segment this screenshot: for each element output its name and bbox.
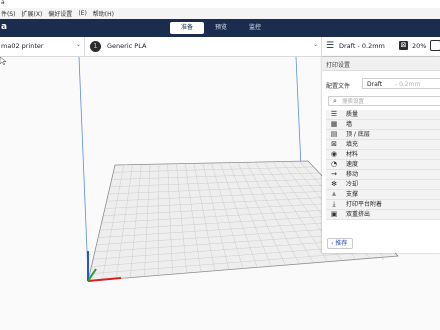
recommended-button[interactable]: ‹ 推荐 — [327, 238, 353, 249]
settings-category-label: 冷却 — [346, 181, 359, 188]
dual-extrusion-icon: ▣ — [330, 210, 338, 218]
travel-icon: ⇝ — [331, 170, 337, 178]
window-title-bar: a — [0, 0, 440, 8]
printer-name: ma02 printer — [1, 42, 44, 50]
printer-selector[interactable]: ma02 printer ⌄ — [0, 37, 85, 56]
adhesion-icon: ⤓ — [332, 200, 336, 208]
tab-prepare[interactable]: 准备 — [170, 22, 204, 34]
infill-icon: ⊠ — [399, 41, 408, 50]
settings-category-list: ☰ 质量 ▦ 墙 ▤ 顶 / 底层 ⊠ 填充 ◉ 材料 ◔ 速度 ⇝ 移动 ✻ 冷却 ⩓ 支撑 ⤓ 打印平台附着 ▣ 双重… — [326, 110, 440, 220]
settings-category-wall[interactable]: ▦ 墙 — [326, 120, 440, 130]
settings-category-dual-extrusion[interactable]: ▣ 双重挤出 — [326, 210, 440, 220]
settings-category-label: 质量 — [346, 111, 359, 118]
support-icon — [430, 40, 440, 51]
build-volume-edge — [78, 57, 89, 276]
print-settings-panel: 打印设置 配置文件 Draft - 0.2mm ⌕ ☰质量▦墙▤顶 / 底层⊠填… — [322, 57, 440, 253]
window-title: a — [1, 0, 5, 6]
menu-file[interactable]: 件(S) — [1, 9, 16, 18]
settings-category-support[interactable]: ⩓ 支撑 — [326, 190, 440, 200]
settings-category-adhesion[interactable]: ⤓ 打印平台附着 — [326, 200, 440, 210]
panel-header: 打印设置 — [322, 57, 440, 71]
settings-category-label: 顶 / 底层 — [346, 131, 370, 138]
profile-value-detail: - 0.2mm — [395, 81, 421, 88]
profile-value: Draft — [367, 81, 383, 88]
material-selector[interactable]: 1 Generic PLA ⌄ — [85, 37, 322, 56]
print-settings-summary[interactable]: ☰ Draft - 0.2mm ⊠ 20% — [322, 37, 440, 56]
settings-category-label: 支撑 — [346, 191, 359, 198]
settings-category-label: 墙 — [346, 121, 353, 128]
wall-icon: ▦ — [330, 120, 338, 128]
settings-category-travel[interactable]: ⇝ 移动 — [326, 170, 440, 180]
settings-category-cooling[interactable]: ✻ 冷却 — [326, 180, 440, 190]
tab-preview[interactable]: 预览 — [204, 22, 238, 34]
settings-category-label: 速度 — [346, 161, 359, 168]
profile-dropdown[interactable]: Draft - 0.2mm — [362, 78, 440, 89]
settings-category-material[interactable]: ◉ 材料 — [326, 150, 440, 160]
infill-summary: 20% — [412, 42, 427, 50]
quality-icon: ☰ — [330, 110, 338, 118]
settings-search[interactable]: ⌕ — [328, 96, 440, 106]
menu-preferences-shortcut[interactable]: (E) — [78, 10, 86, 17]
material-name: Generic PLA — [107, 42, 147, 50]
menu-help[interactable]: 帮助(H) — [93, 9, 114, 18]
mouse-cursor-icon — [0, 57, 6, 65]
settings-category-infill[interactable]: ⊠ 填充 — [326, 140, 440, 150]
settings-category-top-bottom[interactable]: ▤ 顶 / 底层 — [326, 130, 440, 140]
search-icon: ⌕ — [333, 97, 337, 105]
speed-icon: ◔ — [330, 160, 338, 168]
settings-sliders-icon: ☰ — [326, 41, 335, 51]
support-icon: ⩓ — [332, 190, 336, 198]
search-input[interactable] — [342, 98, 432, 105]
chevron-down-icon: ⌄ — [313, 41, 319, 48]
material-icon: ◉ — [330, 150, 338, 158]
settings-category-label: 打印平台附着 — [346, 201, 383, 208]
top-bottom-icon: ▤ — [330, 130, 338, 138]
tab-monitor[interactable]: 监控 — [238, 22, 272, 34]
app-logo: a — [1, 22, 8, 32]
infill-icon: ⊠ — [331, 140, 337, 148]
settings-category-speed[interactable]: ◔ 速度 — [326, 160, 440, 170]
machine-selection-bar: ma02 printer ⌄ 1 Generic PLA ⌄ ☰ Draft -… — [0, 37, 440, 57]
settings-category-label: 材料 — [346, 151, 359, 158]
chevron-down-icon: ⌄ — [76, 41, 82, 48]
menu-bar: 件(S) 扩展(X) 偏好设置 (E) 帮助(H) — [0, 8, 440, 19]
menu-preferences[interactable]: 偏好设置 — [48, 9, 72, 18]
settings-category-label: 移动 — [346, 171, 359, 178]
profile-label: 配置文件 — [326, 83, 351, 90]
stage-bar: a 准备 预览 监控 — [0, 19, 440, 37]
settings-category-label: 双重挤出 — [346, 211, 371, 218]
settings-category-label: 填充 — [346, 141, 359, 148]
extruder-badge: 1 — [90, 41, 101, 52]
menu-extensions[interactable]: 扩展(X) — [22, 9, 43, 18]
profile-summary-name: Draft - 0.2mm — [339, 42, 385, 50]
panel-title: 打印设置 — [326, 62, 351, 69]
settings-category-quality[interactable]: ☰ 质量 — [326, 110, 440, 120]
cooling-icon: ✻ — [331, 180, 337, 188]
